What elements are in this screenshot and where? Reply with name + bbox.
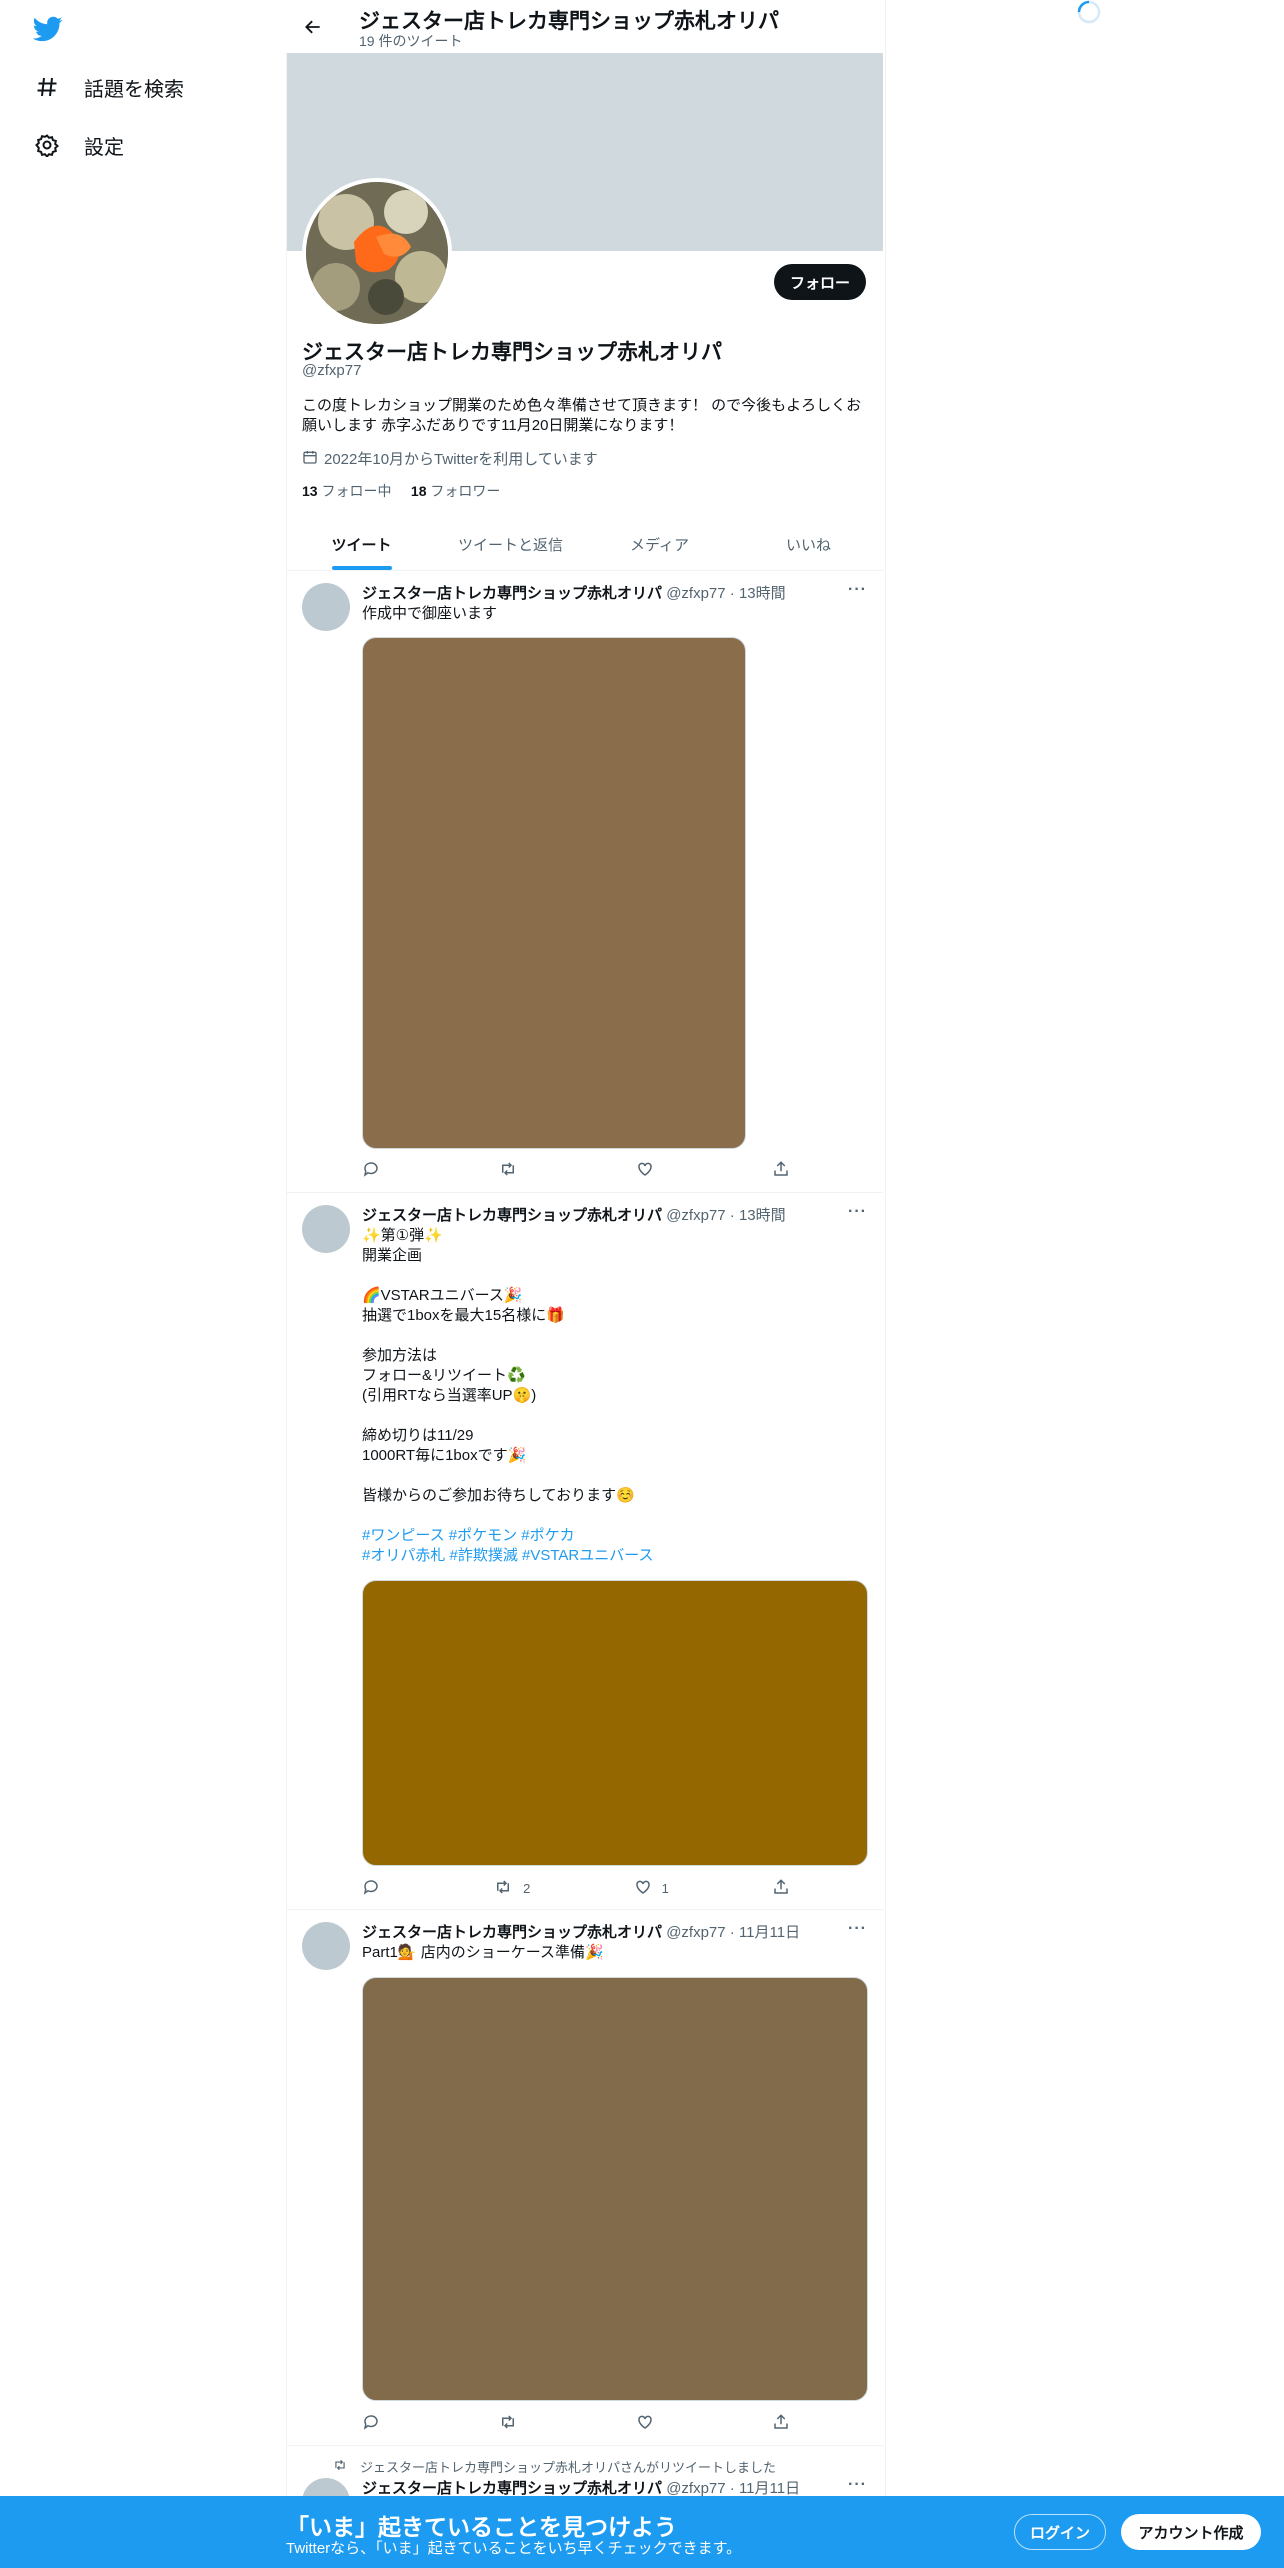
retweet-icon [332,2458,348,2475]
share-button[interactable] [772,2413,792,2434]
like-button[interactable] [636,2413,664,2434]
reply-button[interactable] [362,1878,390,1899]
tweet-meta: @zfxp77 · 13時間 [666,585,786,602]
following-link[interactable]: 13 フォロー中 [302,483,391,499]
back-arrow-icon[interactable] [300,14,326,40]
tweet-text: 作成中で御座います [362,605,498,622]
nav-settings[interactable]: 設定 [34,125,124,165]
tweet-author-name[interactable]: ジェスター店トレカ専門ショップ赤札オリパ [362,1207,662,1224]
profile-name: ジェスター店トレカ専門ショップ赤札オリパ [302,341,722,364]
reply-icon [362,1878,380,1899]
retweet-count: 2 [523,1880,531,1896]
profile-joined: 2022年10月からTwitterを利用しています [302,448,598,469]
tweet-avatar[interactable] [302,1922,350,1970]
twitter-logo-icon[interactable] [32,14,63,44]
gear-icon [34,132,60,158]
reply-button[interactable] [362,2413,390,2434]
retweet-icon [498,2413,518,2434]
profile-bio: この度トレカショップ開業のため色々準備させて頂きます！ ので今後もよろしくお願い… [302,397,862,434]
reply-icon [362,1160,380,1181]
tweet-header: ジェスター店トレカ専門ショップ赤札オリパ @zfxp77 · 13時間 [362,582,786,603]
tweet-header: ジェスター店トレカ専門ショップ赤札オリパ @zfxp77 · 11月11日 [362,1921,800,1942]
tweet[interactable]: ジェスター店トレカ専門ショップ赤札オリパさんがリツイートしました ジェスター店ト… [287,2446,883,2526]
nav-settings-label: 設定 [84,136,124,159]
retweet-button[interactable] [498,2413,528,2434]
signup-banner-subtitle: Twitterなら、「いま」起きていることをいち早くチェックできます。 [286,2540,742,2557]
tweet-meta: @zfxp77 · 11月11日 [666,1924,801,1941]
tweet-header: ジェスター店トレカ専門ショップ赤札オリパ @zfxp77 · 11月11日 [362,2477,800,2498]
retweet-button[interactable] [498,1160,528,1181]
tweet-meta: @zfxp77 · 11月11日 [666,2480,801,2497]
reply-button[interactable] [362,1160,390,1181]
tab-tweets[interactable]: ツイート [287,518,436,570]
signup-button[interactable]: アカウント作成 [1121,2514,1261,2550]
tweet-hashtags[interactable]: #ワンピース #ポケモン #ポケカ [362,1526,575,1546]
tab-media[interactable]: メディア [585,518,734,570]
header-tweet-count: 19 件のツイート [359,33,463,49]
heart-icon [634,1878,652,1899]
tweet-hashtags[interactable]: #オリパ赤札 #詐欺撲滅 #VSTARユニバース [362,1546,654,1566]
more-options-icon[interactable]: ··· [848,2476,867,2494]
like-button[interactable]: 1 [634,1878,669,1899]
tweet[interactable]: ジェスター店トレカ専門ショップ赤札オリパ @zfxp77 · 13時間 ··· … [287,1193,883,1910]
retweet-icon [493,1878,513,1899]
hashtag-icon [34,74,60,100]
tweet[interactable]: ジェスター店トレカ専門ショップ赤札オリパ @zfxp77 · 13時間 ··· … [287,571,883,1193]
profile-tabs: ツイート ツイートと返信 メディア いいね [287,518,883,571]
tweet-avatar[interactable] [302,583,350,631]
more-options-icon[interactable]: ··· [848,581,867,599]
tab-likes[interactable]: いいね [734,518,883,570]
heart-icon [636,1160,654,1181]
calendar-icon [302,449,318,469]
tweet-avatar[interactable] [302,1205,350,1253]
tweet-media[interactable] [362,1977,868,2401]
tweet-header: ジェスター店トレカ専門ショップ赤札オリパ @zfxp77 · 13時間 [362,1204,786,1225]
tweet-meta: @zfxp77 · 13時間 [666,1207,786,1224]
retweet-button[interactable]: 2 [493,1878,530,1899]
tweet-actions: 2 1 [362,1877,792,1899]
reply-icon [362,2413,380,2434]
tweet-actions [362,1159,792,1181]
tweet[interactable]: ジェスター店トレカ専門ショップ赤札オリパ @zfxp77 · 11月11日 ··… [287,1910,883,2446]
tweet-author-name[interactable]: ジェスター店トレカ専門ショップ赤札オリパ [362,2480,662,2497]
tweet-author-name[interactable]: ジェスター店トレカ専門ショップ赤札オリパ [362,1924,662,1941]
login-button[interactable]: ログイン [1014,2514,1106,2550]
followers-link[interactable]: 18 フォロワー [411,483,500,499]
share-icon [772,2413,790,2434]
share-icon [772,1878,790,1899]
tab-tweets-replies[interactable]: ツイートと返信 [436,518,585,570]
follow-button[interactable]: フォロー [774,264,866,300]
profile-avatar[interactable] [302,178,452,328]
loading-spinner-icon [1077,0,1101,24]
tweet-media[interactable] [362,1580,868,1866]
share-icon [772,1160,790,1181]
more-options-icon[interactable]: ··· [848,1920,867,1938]
tweet-author-name[interactable]: ジェスター店トレカ専門ショップ赤札オリパ [362,585,662,602]
profile-handle: @zfxp77 [302,362,362,379]
tweet-media[interactable] [362,637,746,1149]
share-button[interactable] [772,1160,792,1181]
joined-text: 2022年10月からTwitterを利用しています [324,451,598,468]
more-options-icon[interactable]: ··· [848,1203,867,1221]
share-button[interactable] [772,1878,792,1899]
nav-explore-label: 話題を検索 [84,78,184,101]
tweet-text: Part1💁 店内のショーケース準備🎉 [362,1944,604,1961]
tweet-text: ✨第①弾✨ 開業企画 🌈VSTARユニバース🎉 抽選で1boxを最大15名様に🎁… [362,1227,635,1504]
follow-stats: 13 フォロー中 18 フォロワー [302,481,500,501]
retweet-icon [498,1160,518,1181]
tweet-actions [362,2412,792,2434]
like-count: 1 [661,1880,669,1896]
heart-icon [636,2413,654,2434]
like-button[interactable] [636,1160,664,1181]
retweet-note[interactable]: ジェスター店トレカ専門ショップ赤札オリパさんがリツイートしました [360,2457,776,2476]
retweet-context: ジェスター店トレカ専門ショップ赤札オリパさんがリツイートしました [332,2457,776,2476]
nav-explore[interactable]: 話題を検索 [34,67,184,107]
